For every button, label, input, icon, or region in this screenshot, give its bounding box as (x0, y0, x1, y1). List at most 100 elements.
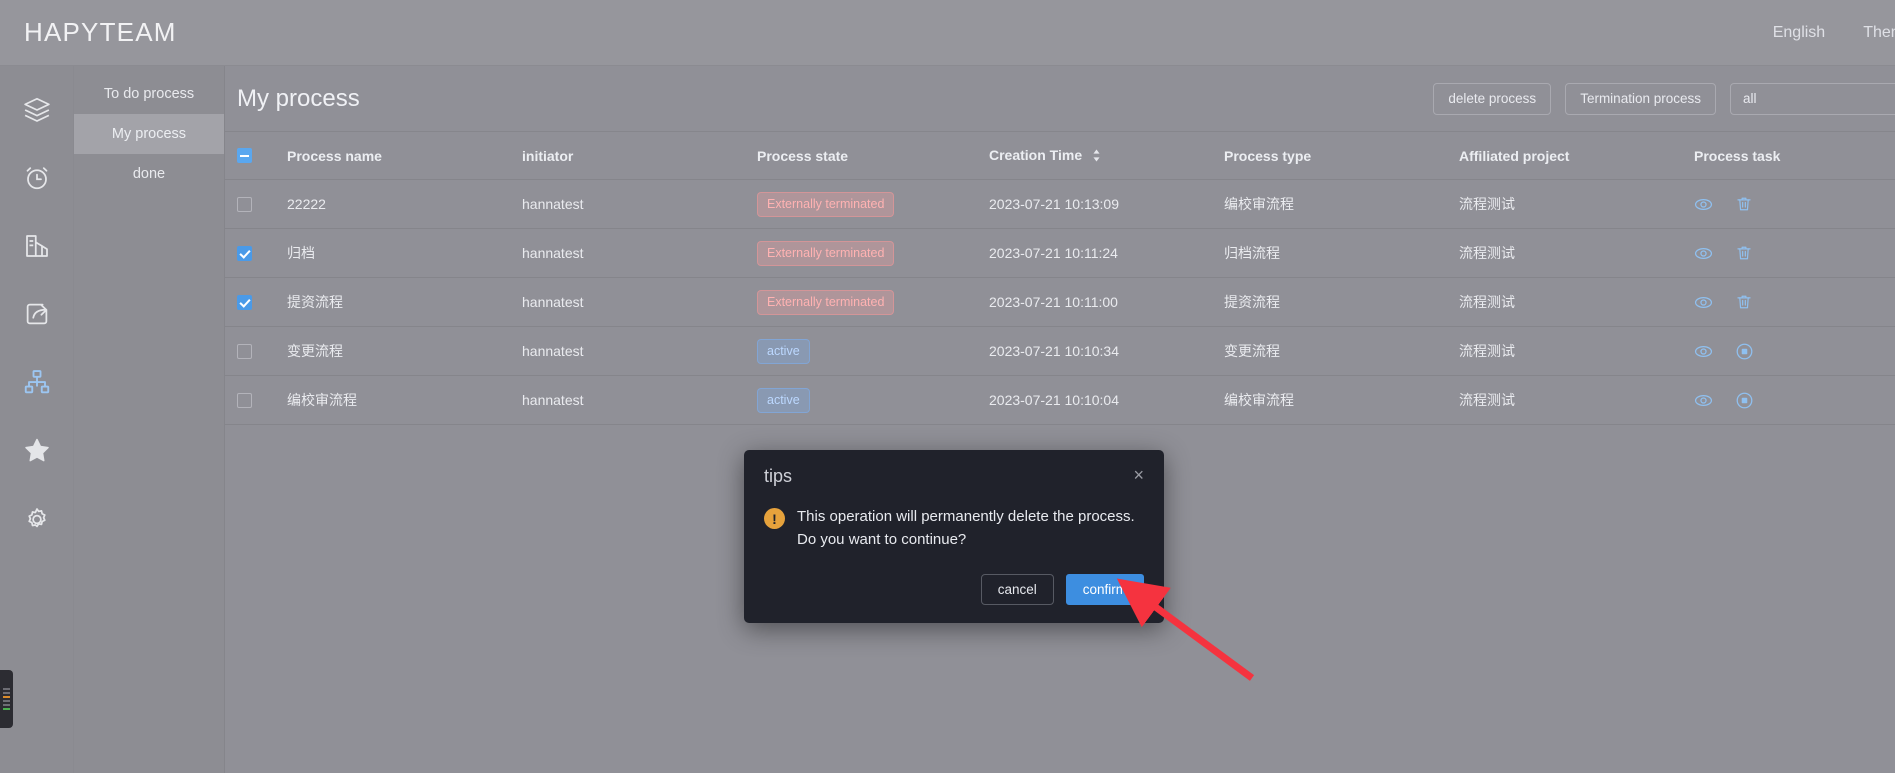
table-row[interactable]: 提资流程 hannatest Externally terminated 202… (225, 278, 1895, 327)
secondary-sidebar: To do process My process done (74, 66, 225, 773)
cancel-button[interactable]: cancel (980, 573, 1054, 605)
cell-process-state: active (757, 338, 989, 364)
column-creation-time-label: Creation Time (989, 146, 1083, 163)
sidebar-item-done[interactable]: done (74, 154, 224, 194)
eye-icon[interactable] (1694, 391, 1713, 410)
stop-icon[interactable] (1735, 342, 1754, 361)
row-checkbox[interactable] (237, 392, 252, 408)
sitemap-icon (22, 367, 52, 397)
cell-affiliated-project: 流程测试 (1459, 392, 1515, 408)
handle-line (3, 700, 10, 702)
sidebar-item-settings[interactable] (15, 496, 59, 540)
trash-icon[interactable] (1735, 195, 1753, 213)
icon-rail (0, 66, 74, 773)
table-row[interactable]: 变更流程 hannatest active 2023-07-21 10:10:3… (225, 327, 1895, 376)
row-checkbox[interactable] (237, 245, 252, 261)
share-export-icon (22, 299, 52, 329)
column-process-state[interactable]: Process state (757, 148, 989, 164)
status-badge: active (757, 338, 810, 364)
warning-icon: ! (764, 508, 785, 529)
cell-affiliated-project: 流程测试 (1459, 343, 1515, 359)
status-badge: Externally terminated (757, 240, 895, 266)
cell-process-name: 编校审流程 (287, 392, 357, 408)
star-icon (22, 435, 52, 465)
cell-process-type: 编校审流程 (1224, 196, 1294, 212)
cell-creation-time: 2023-07-21 10:10:34 (989, 343, 1119, 359)
cell-process-type: 归档流程 (1224, 245, 1280, 261)
language-switcher[interactable]: English (1773, 24, 1825, 42)
cell-initiator: hannatest (522, 294, 584, 310)
page-title: My process (237, 84, 360, 112)
cell-initiator: hannatest (522, 196, 584, 212)
stop-icon[interactable] (1735, 391, 1754, 410)
alarm-clock-icon (22, 163, 52, 193)
column-process-name[interactable]: Process name (287, 148, 522, 164)
top-header: HAPYTEAM English Theme (0, 0, 1895, 66)
row-select-cell (237, 245, 287, 261)
sidebar-item-share[interactable] (15, 292, 59, 336)
sidebar-item-statistics[interactable] (15, 224, 59, 268)
cell-affiliated-project: 流程测试 (1459, 196, 1515, 212)
cell-process-state: Externally terminated (757, 240, 989, 266)
handle-line (3, 688, 10, 690)
sort-arrows-icon[interactable] (1091, 149, 1102, 165)
column-affiliated-project[interactable]: Affiliated project (1459, 148, 1694, 164)
cell-process-name: 归档 (287, 245, 315, 261)
cell-process-state: active (757, 387, 989, 413)
row-checkbox[interactable] (237, 343, 252, 359)
select-all-checkbox[interactable] (237, 148, 252, 163)
row-select-cell (237, 343, 287, 359)
column-process-type[interactable]: Process type (1224, 148, 1459, 164)
gear-icon (22, 503, 52, 533)
cell-initiator: hannatest (522, 392, 584, 408)
column-process-task: Process task (1694, 147, 1781, 164)
process-filter-value: all (1743, 91, 1757, 106)
sidebar-item-alarm[interactable] (15, 156, 59, 200)
column-initiator[interactable]: initiator (522, 148, 757, 164)
dialog-footer: cancel confirm (764, 573, 1144, 605)
eye-icon[interactable] (1694, 342, 1713, 361)
rail-collapse-handle[interactable] (0, 670, 13, 728)
status-badge: Externally terminated (757, 191, 895, 217)
handle-line-green (3, 708, 10, 710)
confirm-button[interactable]: confirm (1065, 573, 1144, 605)
cell-process-task (1694, 293, 1894, 312)
theme-switcher[interactable]: Theme (1863, 24, 1895, 42)
row-checkbox[interactable] (237, 196, 252, 212)
cell-creation-time: 2023-07-21 10:13:09 (989, 196, 1119, 212)
header-right-actions: English Theme (1773, 24, 1895, 42)
eye-icon[interactable] (1694, 293, 1713, 312)
layers-icon (22, 95, 52, 125)
process-filter-select[interactable]: all (1730, 82, 1895, 115)
table-row[interactable]: 编校审流程 hannatest active 2023-07-21 10:10:… (225, 376, 1895, 425)
status-badge: active (757, 387, 810, 413)
row-checkbox[interactable] (237, 294, 252, 310)
cell-process-state: Externally terminated (757, 289, 989, 315)
eye-icon[interactable] (1694, 195, 1713, 214)
table-header-row: Process name initiator Process state Cre… (225, 132, 1895, 180)
cell-process-type: 提资流程 (1224, 294, 1280, 310)
close-icon[interactable]: × (1133, 466, 1144, 484)
app-root: HAPYTEAM English Theme (0, 0, 1895, 773)
cell-process-state: Externally terminated (757, 191, 989, 217)
delete-process-button[interactable]: delete process (1433, 82, 1552, 115)
sidebar-item-process[interactable] (15, 360, 59, 404)
dialog-title: tips (764, 466, 793, 486)
main-content: My process delete process Termination pr… (225, 66, 1895, 773)
sidebar-item-my-process[interactable]: My process (74, 114, 224, 154)
column-creation-time[interactable]: Creation Time (989, 147, 1224, 165)
handle-line (3, 692, 10, 694)
dialog-header: tips × (764, 466, 1144, 487)
cell-creation-time: 2023-07-21 10:11:24 (989, 245, 1118, 261)
table-row[interactable]: 归档 hannatest Externally terminated 2023-… (225, 229, 1895, 278)
sidebar-item-favorites[interactable] (15, 428, 59, 472)
table-row[interactable]: 22222 hannatest Externally terminated 20… (225, 180, 1895, 229)
sidebar-item-layers[interactable] (15, 88, 59, 132)
trash-icon[interactable] (1735, 293, 1753, 311)
select-all-cell (237, 148, 287, 163)
sidebar-item-todo-process[interactable]: To do process (74, 74, 224, 114)
trash-icon[interactable] (1735, 244, 1753, 262)
termination-process-button[interactable]: Termination process (1565, 82, 1716, 115)
cell-creation-time: 2023-07-21 10:10:04 (989, 392, 1119, 408)
eye-icon[interactable] (1694, 244, 1713, 263)
